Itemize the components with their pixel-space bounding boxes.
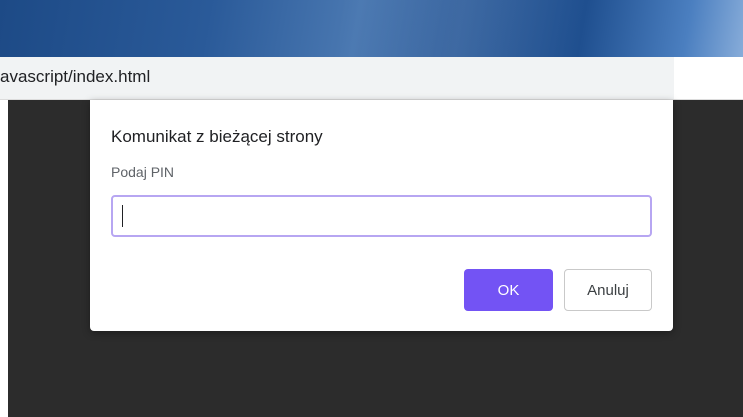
address-url-text[interactable]: avascript/index.html <box>0 67 150 87</box>
pin-input[interactable] <box>111 195 652 237</box>
dialog-message: Podaj PIN <box>111 164 175 180</box>
page-left-edge <box>0 100 8 417</box>
address-bar-right-area <box>674 57 743 99</box>
ok-button[interactable]: OK <box>464 269 553 311</box>
dialog-title: Komunikat z bieżącej strony <box>111 127 323 146</box>
text-cursor <box>122 205 123 227</box>
prompt-dialog: Komunikat z bieżącej strony Podaj PIN OK… <box>90 100 673 331</box>
title-bar-gradient <box>340 0 580 57</box>
cancel-button[interactable]: Anuluj <box>564 269 652 311</box>
address-bar[interactable]: avascript/index.html <box>0 57 743 100</box>
browser-window: avascript/index.html Komunikat z bieżące… <box>0 0 743 417</box>
window-title-bar <box>0 0 743 57</box>
